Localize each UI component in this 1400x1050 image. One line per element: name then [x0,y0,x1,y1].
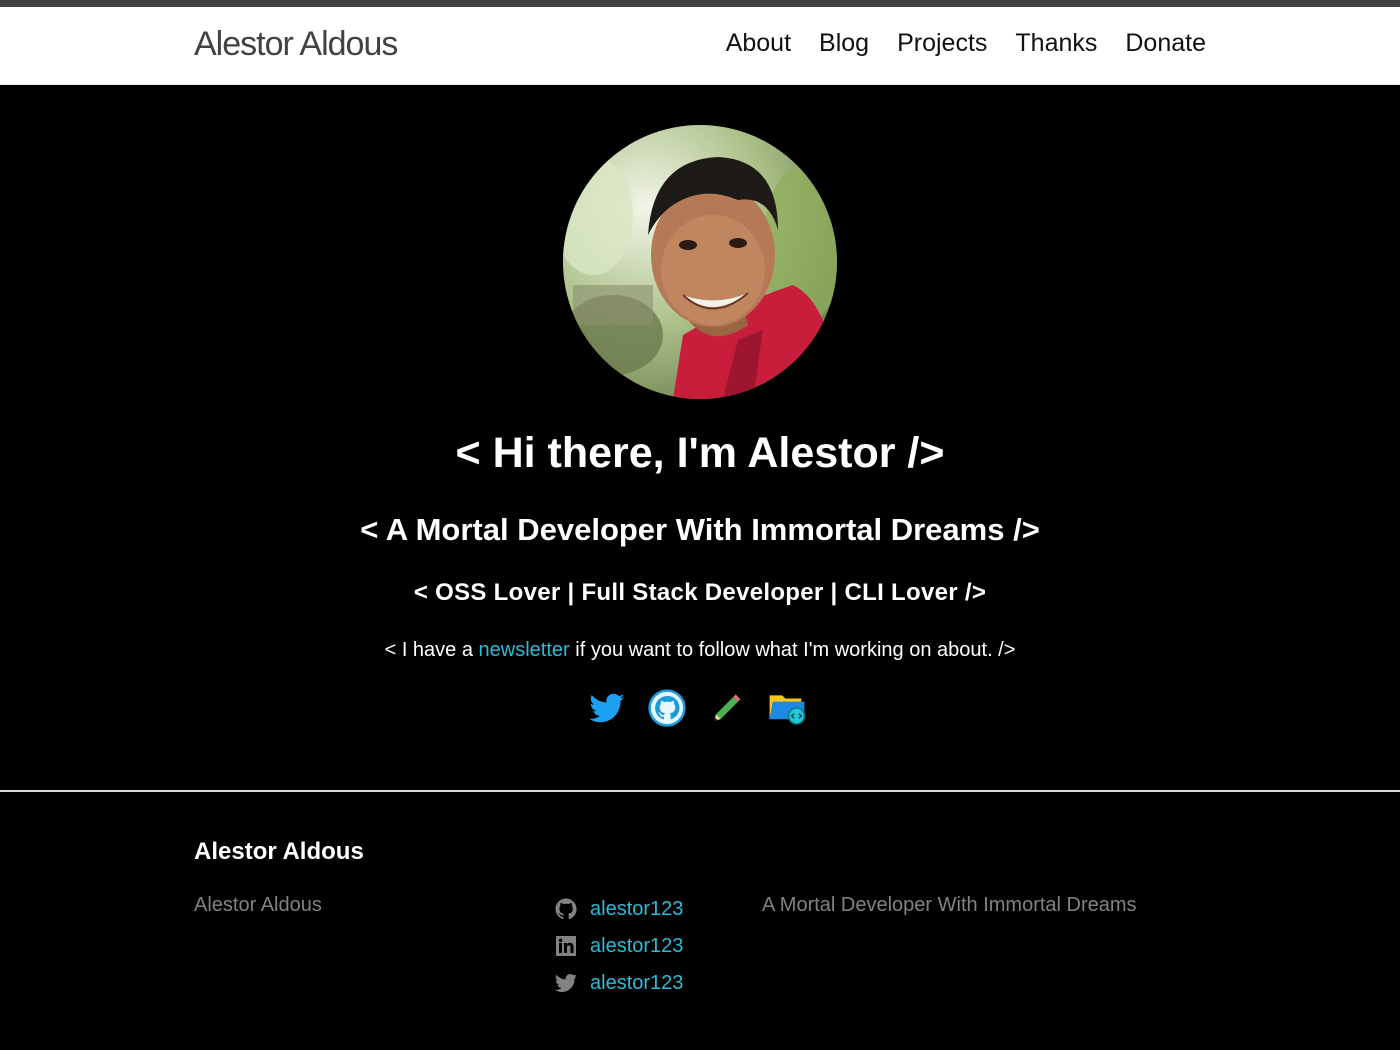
twitter-icon[interactable] [588,689,626,727]
footer-twitter-link[interactable]: alestor123 [590,970,683,996]
footer-author-name: Alestor Aldous [194,894,322,916]
footer-social-links: alestor123 alestor123 alestor123 [554,890,683,1001]
hero-title: < Hi there, I'm Alestor /> [455,429,945,477]
footer-description: A Mortal Developer With Immortal Dreams [762,894,1137,916]
github-icon[interactable] [648,689,686,727]
footer-linkedin-link[interactable]: alestor123 [590,933,683,959]
nav-about[interactable]: About [726,27,791,59]
footer-github-link[interactable]: alestor123 [590,896,683,922]
site-title-link[interactable]: Alestor Aldous [194,24,398,64]
main-nav: About Blog Projects Thanks Donate [726,27,1206,59]
profile-avatar [563,125,837,399]
top-accent-bar [0,0,1400,7]
nav-projects[interactable]: Projects [897,27,987,59]
footer-link-github: alestor123 [554,890,683,927]
footer-link-twitter: alestor123 [554,964,683,1001]
nav-thanks[interactable]: Thanks [1015,27,1097,59]
newsletter-suffix: if you want to follow what I'm working o… [569,639,1016,661]
hero-tagline: < OSS Lover | Full Stack Developer | CLI… [413,579,987,606]
footer-link-linkedin: alestor123 [554,927,683,964]
profile-photo [563,125,837,399]
social-icons [588,689,806,727]
newsletter-prefix: < I have a [384,639,479,661]
hero-section: < Hi there, I'm Alestor /> < A Mortal De… [0,85,1400,790]
site-header: Alestor Aldous About Blog Projects Thank… [0,7,1400,85]
twitter-icon [554,971,578,995]
newsletter-link[interactable]: newsletter [479,639,570,661]
folder-code-icon[interactable] [768,689,806,727]
pencil-icon[interactable] [708,689,746,727]
site-footer: Alestor Aldous Alestor Aldous alestor123… [0,792,1400,1050]
footer-heading: Alestor Aldous [194,838,364,865]
nav-blog[interactable]: Blog [819,27,869,59]
linkedin-icon [554,934,578,958]
nav-donate[interactable]: Donate [1125,27,1206,59]
github-icon [554,897,578,921]
newsletter-line: < I have a newsletter if you want to fol… [0,637,1400,663]
hero-subtitle: < A Mortal Developer With Immortal Dream… [360,512,1040,547]
